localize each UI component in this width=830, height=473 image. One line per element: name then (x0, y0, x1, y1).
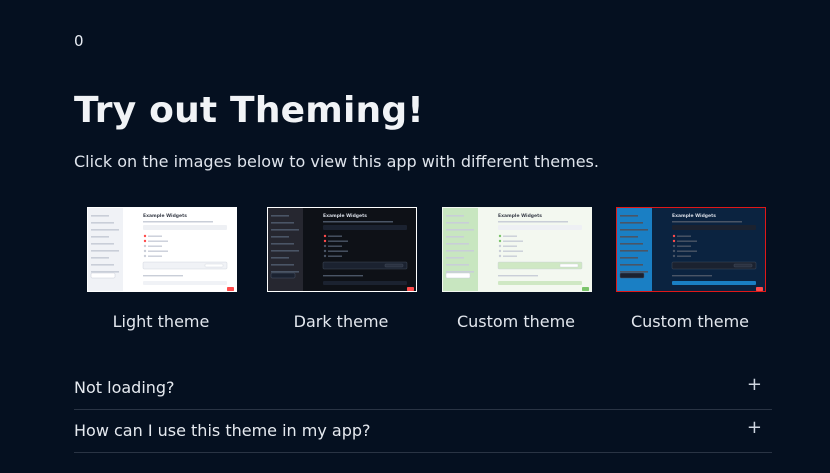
page-subtitle: Click on the images below to view this a… (74, 152, 599, 171)
svg-text:Example Widgets: Example Widgets (143, 213, 187, 219)
theme-thumbnail[interactable]: Example Widgets (442, 207, 592, 292)
theme-thumbnail[interactable]: Example Widgets (87, 207, 237, 292)
svg-text:Example Widgets: Example Widgets (498, 213, 542, 219)
accordion-not-loading[interactable]: Not loading? + (74, 366, 772, 410)
theme-gallery: Example Widgets Light theme Example Widg… (74, 207, 774, 337)
svg-text:Example Widgets: Example Widgets (672, 213, 716, 219)
theme-label: Custom theme (630, 312, 750, 331)
expand-plus-icon[interactable]: + (747, 419, 762, 437)
counter-value: 0 (74, 32, 84, 50)
svg-text:Example Widgets: Example Widgets (323, 213, 367, 219)
page-title: Try out Theming! (74, 90, 424, 131)
theme-label: Custom theme (456, 312, 576, 331)
app-preview-image: Example Widgets (616, 207, 766, 292)
theme-option-light[interactable]: Example Widgets Light theme (74, 207, 248, 337)
theme-label: Dark theme (293, 312, 389, 331)
theme-option-dark[interactable]: Example Widgets Dark theme (254, 207, 428, 337)
accordion-label: Not loading? (74, 378, 175, 397)
theme-option-custom-blue[interactable]: Example Widgets Custom theme (603, 207, 777, 337)
accordion-label: How can I use this theme in my app? (74, 421, 371, 440)
app-preview-image: Example Widgets (87, 207, 237, 292)
accordion-use-theme[interactable]: How can I use this theme in my app? + (74, 409, 772, 453)
app-preview-image: Example Widgets (267, 207, 417, 292)
app-preview-image: Example Widgets (442, 207, 592, 292)
theme-thumbnail[interactable]: Example Widgets (616, 207, 766, 292)
expand-plus-icon[interactable]: + (747, 376, 762, 394)
theme-option-custom-green[interactable]: Example Widgets Custom theme (429, 207, 603, 337)
theme-label: Light theme (112, 312, 210, 331)
theme-thumbnail[interactable]: Example Widgets (267, 207, 417, 292)
